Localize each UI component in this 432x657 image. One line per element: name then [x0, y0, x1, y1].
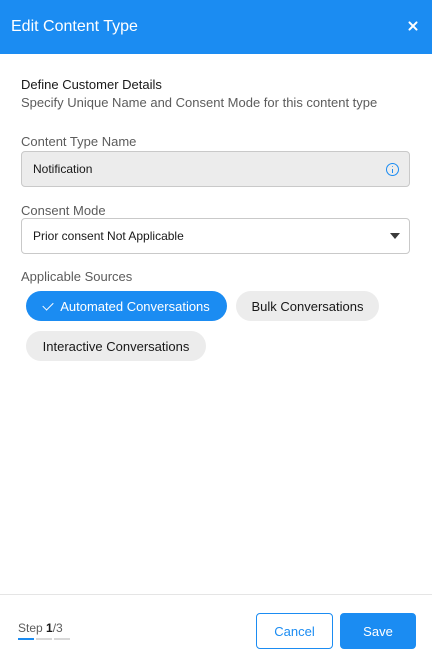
modal-footer: Step 1/3 Cancel Save: [0, 594, 432, 657]
section-title: Define Customer Details: [21, 77, 162, 92]
source-pill-automated-conversations[interactable]: Automated Conversations: [26, 291, 227, 321]
content-type-name-field: Notification: [21, 151, 410, 187]
source-pill-label: Bulk Conversations: [251, 298, 364, 314]
step-indicator: Step 1/3: [18, 621, 63, 635]
applicable-sources-label: Applicable Sources: [21, 269, 133, 284]
close-icon[interactable]: [406, 20, 420, 34]
consent-mode-select[interactable]: Prior consent Not Applicable: [21, 218, 410, 254]
source-pill-label: Interactive Conversations: [42, 338, 190, 354]
step-label: Step: [18, 621, 43, 635]
consent-mode-label: Consent Mode: [21, 203, 106, 218]
source-pill-interactive-conversations[interactable]: Interactive Conversations: [26, 331, 206, 361]
content-type-name-value: Notification: [33, 162, 93, 176]
info-icon[interactable]: [386, 162, 399, 176]
content-type-name-label: Content Type Name: [21, 134, 137, 149]
checkmark-icon: [42, 298, 54, 311]
cancel-button[interactable]: Cancel: [256, 613, 333, 649]
source-pill-bulk-conversations[interactable]: Bulk Conversations: [236, 291, 379, 321]
step-bar-2: [36, 638, 52, 640]
source-pill-label: Automated Conversations: [60, 298, 210, 314]
modal-header: Edit Content Type: [0, 0, 432, 54]
consent-mode-value: Prior consent Not Applicable: [33, 229, 184, 243]
step-current: 1: [46, 621, 53, 635]
modal-title: Edit Content Type: [11, 18, 138, 35]
section-subtitle: Specify Unique Name and Consent Mode for…: [21, 95, 378, 110]
step-total: /3: [52, 621, 63, 635]
step-progress: [18, 638, 70, 640]
step-bar-3: [54, 638, 70, 640]
save-button[interactable]: Save: [340, 613, 416, 649]
step-bar-1: [18, 638, 34, 640]
chevron-down-icon: [390, 233, 400, 239]
